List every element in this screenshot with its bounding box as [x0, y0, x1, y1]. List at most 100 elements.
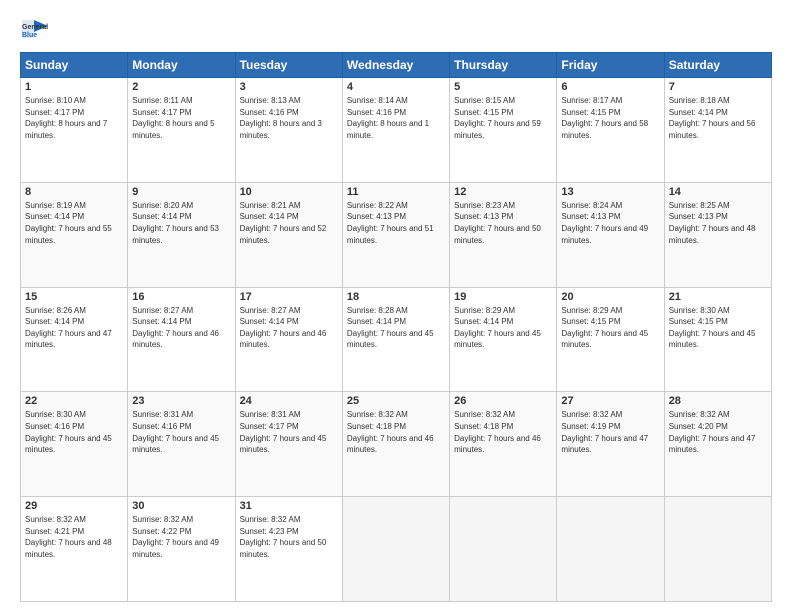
- day-number: 7: [669, 81, 767, 93]
- day-info: Sunrise: 8:18 AMSunset: 4:14 PMDaylight:…: [669, 95, 767, 141]
- svg-text:General: General: [22, 24, 48, 31]
- day-number: 18: [347, 291, 445, 303]
- day-info: Sunrise: 8:32 AMSunset: 4:21 PMDaylight:…: [25, 514, 123, 560]
- day-number: 20: [561, 291, 659, 303]
- day-number: 1: [25, 81, 123, 93]
- calendar-header-monday: Monday: [128, 53, 235, 78]
- day-info: Sunrise: 8:32 AMSunset: 4:18 PMDaylight:…: [347, 409, 445, 455]
- day-number: 27: [561, 395, 659, 407]
- day-number: 3: [240, 81, 338, 93]
- day-number: 11: [347, 186, 445, 198]
- calendar-header-friday: Friday: [557, 53, 664, 78]
- calendar-header-row: SundayMondayTuesdayWednesdayThursdayFrid…: [21, 53, 772, 78]
- day-number: 4: [347, 81, 445, 93]
- calendar-cell: [664, 497, 771, 602]
- day-info: Sunrise: 8:27 AMSunset: 4:14 PMDaylight:…: [132, 305, 230, 351]
- day-number: 2: [132, 81, 230, 93]
- day-info: Sunrise: 8:31 AMSunset: 4:16 PMDaylight:…: [132, 409, 230, 455]
- day-number: 21: [669, 291, 767, 303]
- day-info: Sunrise: 8:24 AMSunset: 4:13 PMDaylight:…: [561, 200, 659, 246]
- day-number: 12: [454, 186, 552, 198]
- calendar-cell: [557, 497, 664, 602]
- day-info: Sunrise: 8:15 AMSunset: 4:15 PMDaylight:…: [454, 95, 552, 141]
- header: General Blue: [20, 18, 772, 42]
- day-info: Sunrise: 8:21 AMSunset: 4:14 PMDaylight:…: [240, 200, 338, 246]
- calendar-header-wednesday: Wednesday: [342, 53, 449, 78]
- day-number: 13: [561, 186, 659, 198]
- calendar-cell: 13 Sunrise: 8:24 AMSunset: 4:13 PMDayligh…: [557, 182, 664, 287]
- calendar-cell: 10 Sunrise: 8:21 AMSunset: 4:14 PMDayligh…: [235, 182, 342, 287]
- day-info: Sunrise: 8:26 AMSunset: 4:14 PMDaylight:…: [25, 305, 123, 351]
- day-info: Sunrise: 8:30 AMSunset: 4:15 PMDaylight:…: [669, 305, 767, 351]
- day-info: Sunrise: 8:19 AMSunset: 4:14 PMDaylight:…: [25, 200, 123, 246]
- calendar-cell: 14 Sunrise: 8:25 AMSunset: 4:13 PMDayligh…: [664, 182, 771, 287]
- calendar-cell: 8Sunrise: 8:19 AMSunset: 4:14 PMDaylight…: [21, 182, 128, 287]
- calendar-cell: 11 Sunrise: 8:22 AMSunset: 4:13 PMDayligh…: [342, 182, 449, 287]
- calendar-header-thursday: Thursday: [450, 53, 557, 78]
- day-number: 22: [25, 395, 123, 407]
- calendar-week-row: 22Sunrise: 8:30 AMSunset: 4:16 PMDayligh…: [21, 392, 772, 497]
- day-info: Sunrise: 8:25 AMSunset: 4:13 PMDaylight:…: [669, 200, 767, 246]
- calendar-header-sunday: Sunday: [21, 53, 128, 78]
- calendar-cell: 2 Sunrise: 8:11 AMSunset: 4:17 PMDaylight…: [128, 78, 235, 183]
- calendar-week-row: 8Sunrise: 8:19 AMSunset: 4:14 PMDaylight…: [21, 182, 772, 287]
- day-number: 31: [240, 500, 338, 512]
- day-info: Sunrise: 8:20 AMSunset: 4:14 PMDaylight:…: [132, 200, 230, 246]
- day-info: Sunrise: 8:17 AMSunset: 4:15 PMDaylight:…: [561, 95, 659, 141]
- calendar-cell: 21 Sunrise: 8:30 AMSunset: 4:15 PMDayligh…: [664, 287, 771, 392]
- day-info: Sunrise: 8:32 AMSunset: 4:22 PMDaylight:…: [132, 514, 230, 560]
- day-info: Sunrise: 8:13 AMSunset: 4:16 PMDaylight:…: [240, 95, 338, 141]
- page: General Blue SundayMondayTuesdayWednesda…: [0, 0, 792, 612]
- day-number: 19: [454, 291, 552, 303]
- calendar-cell: 22Sunrise: 8:30 AMSunset: 4:16 PMDayligh…: [21, 392, 128, 497]
- day-info: Sunrise: 8:32 AMSunset: 4:19 PMDaylight:…: [561, 409, 659, 455]
- calendar-cell: 26 Sunrise: 8:32 AMSunset: 4:18 PMDayligh…: [450, 392, 557, 497]
- calendar-cell: 12 Sunrise: 8:23 AMSunset: 4:13 PMDayligh…: [450, 182, 557, 287]
- day-info: Sunrise: 8:23 AMSunset: 4:13 PMDaylight:…: [454, 200, 552, 246]
- calendar-cell: 3 Sunrise: 8:13 AMSunset: 4:16 PMDaylight…: [235, 78, 342, 183]
- day-number: 26: [454, 395, 552, 407]
- day-info: Sunrise: 8:22 AMSunset: 4:13 PMDaylight:…: [347, 200, 445, 246]
- day-info: Sunrise: 8:29 AMSunset: 4:15 PMDaylight:…: [561, 305, 659, 351]
- calendar-cell: 28Sunrise: 8:32 AMSunset: 4:20 PMDayligh…: [664, 392, 771, 497]
- day-number: 29: [25, 500, 123, 512]
- calendar-cell: 23 Sunrise: 8:31 AMSunset: 4:16 PMDayligh…: [128, 392, 235, 497]
- calendar-cell: [342, 497, 449, 602]
- calendar-cell: 18 Sunrise: 8:28 AMSunset: 4:14 PMDayligh…: [342, 287, 449, 392]
- calendar-cell: 17Sunrise: 8:27 AMSunset: 4:14 PMDayligh…: [235, 287, 342, 392]
- day-info: Sunrise: 8:10 AMSunset: 4:17 PMDaylight:…: [25, 95, 123, 141]
- day-info: Sunrise: 8:28 AMSunset: 4:14 PMDaylight:…: [347, 305, 445, 351]
- calendar-week-row: 1 Sunrise: 8:10 AMSunset: 4:17 PMDaylight…: [21, 78, 772, 183]
- day-info: Sunrise: 8:31 AMSunset: 4:17 PMDaylight:…: [240, 409, 338, 455]
- calendar-cell: 30 Sunrise: 8:32 AMSunset: 4:22 PMDayligh…: [128, 497, 235, 602]
- logo: General Blue: [20, 18, 54, 42]
- calendar-cell: 7 Sunrise: 8:18 AMSunset: 4:14 PMDaylight…: [664, 78, 771, 183]
- calendar-cell: 15Sunrise: 8:26 AMSunset: 4:14 PMDayligh…: [21, 287, 128, 392]
- day-info: Sunrise: 8:32 AMSunset: 4:20 PMDaylight:…: [669, 409, 767, 455]
- calendar-cell: 6 Sunrise: 8:17 AMSunset: 4:15 PMDaylight…: [557, 78, 664, 183]
- calendar-cell: 27 Sunrise: 8:32 AMSunset: 4:19 PMDayligh…: [557, 392, 664, 497]
- day-number: 9: [132, 186, 230, 198]
- calendar-cell: [450, 497, 557, 602]
- day-number: 10: [240, 186, 338, 198]
- calendar-cell: 20 Sunrise: 8:29 AMSunset: 4:15 PMDayligh…: [557, 287, 664, 392]
- day-number: 16: [132, 291, 230, 303]
- calendar-cell: 31 Sunrise: 8:32 AMSunset: 4:23 PMDayligh…: [235, 497, 342, 602]
- day-number: 23: [132, 395, 230, 407]
- day-number: 14: [669, 186, 767, 198]
- day-number: 30: [132, 500, 230, 512]
- day-info: Sunrise: 8:32 AMSunset: 4:23 PMDaylight:…: [240, 514, 338, 560]
- day-info: Sunrise: 8:29 AMSunset: 4:14 PMDaylight:…: [454, 305, 552, 351]
- day-number: 6: [561, 81, 659, 93]
- logo-icon: General Blue: [20, 18, 50, 42]
- day-number: 25: [347, 395, 445, 407]
- calendar-cell: 29 Sunrise: 8:32 AMSunset: 4:21 PMDayligh…: [21, 497, 128, 602]
- calendar-cell: 25 Sunrise: 8:32 AMSunset: 4:18 PMDayligh…: [342, 392, 449, 497]
- day-info: Sunrise: 8:32 AMSunset: 4:18 PMDaylight:…: [454, 409, 552, 455]
- calendar-cell: 1 Sunrise: 8:10 AMSunset: 4:17 PMDaylight…: [21, 78, 128, 183]
- calendar-week-row: 15Sunrise: 8:26 AMSunset: 4:14 PMDayligh…: [21, 287, 772, 392]
- svg-text:Blue: Blue: [22, 32, 37, 39]
- calendar-table: SundayMondayTuesdayWednesdayThursdayFrid…: [20, 52, 772, 602]
- day-info: Sunrise: 8:11 AMSunset: 4:17 PMDaylight:…: [132, 95, 230, 141]
- calendar-header-tuesday: Tuesday: [235, 53, 342, 78]
